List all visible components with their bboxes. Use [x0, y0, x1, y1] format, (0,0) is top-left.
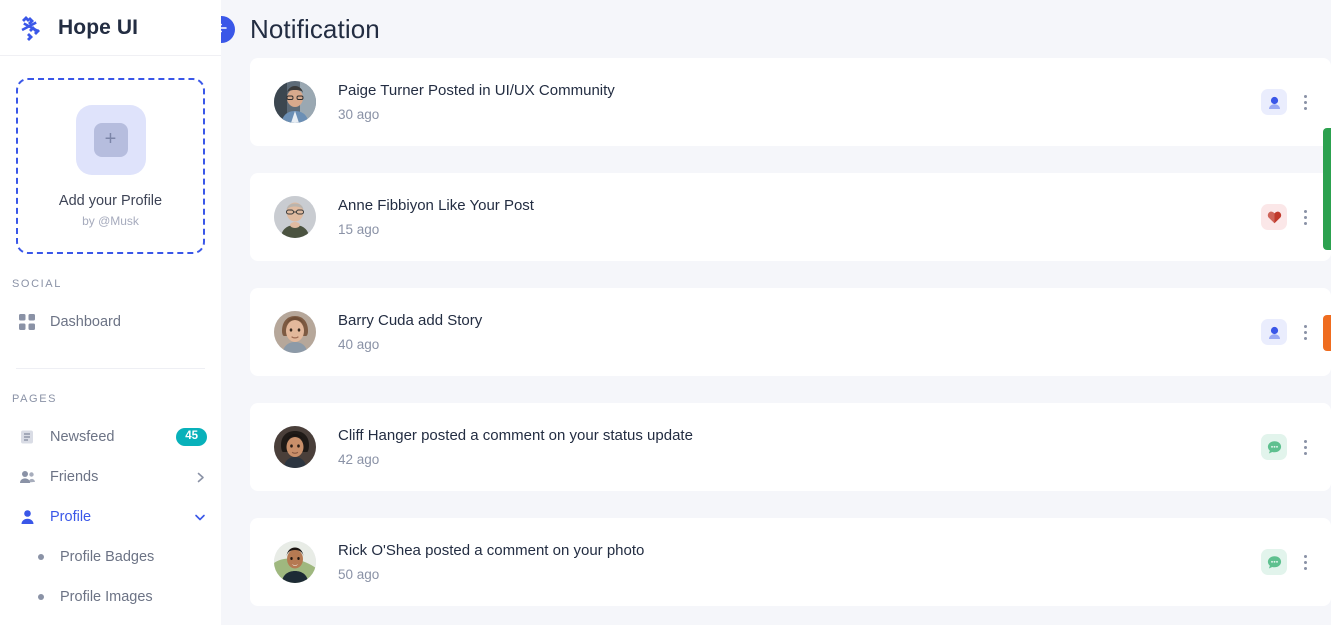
notification-actions	[1261, 549, 1331, 575]
notification-text: Anne Fibbiyon Like Your Post	[338, 197, 534, 214]
plus-icon: +	[93, 122, 128, 157]
nav-section-label-pages: PAGES	[12, 393, 58, 405]
user-badge-icon[interactable]	[1261, 319, 1287, 345]
notification-text: Rick O'Shea posted a comment on your pho…	[338, 542, 645, 559]
avatar	[274, 196, 316, 238]
chevron-right-icon[interactable]	[194, 471, 207, 484]
brand-name: Hope UI	[58, 15, 139, 39]
sidebar-subitem-profile-badges[interactable]: Profile Badges	[0, 537, 221, 577]
avatar	[274, 541, 316, 583]
chevron-down-icon[interactable]	[193, 510, 207, 524]
avatar	[274, 81, 316, 123]
notification-time: 50 ago	[338, 567, 380, 582]
sidebar-item-label: Friends	[50, 469, 99, 485]
notification-row[interactable]: Paige Turner Posted in UI/UX Community 3…	[250, 58, 1331, 146]
sidebar-item-friends[interactable]: Friends	[0, 457, 221, 497]
arrow-left-icon	[221, 21, 229, 38]
kebab-menu-icon[interactable]	[1297, 319, 1313, 345]
kebab-menu-icon[interactable]	[1297, 204, 1313, 230]
sidebar-subitem-label: Profile Badges	[60, 549, 155, 565]
brand[interactable]: Hope UI	[0, 0, 221, 56]
notification-list: Paige Turner Posted in UI/UX Community 3…	[221, 58, 1331, 606]
notification-row[interactable]: Rick O'Shea posted a comment on your pho…	[250, 518, 1331, 606]
nav-section-label-social: SOCIAL	[12, 278, 62, 290]
sidebar-item-label: Newsfeed	[50, 429, 115, 445]
edge-panel-green[interactable]	[1323, 128, 1331, 250]
notification-body: Barry Cuda add Story 40 ago	[316, 312, 1261, 352]
avatar	[274, 426, 316, 468]
kebab-menu-icon[interactable]	[1297, 549, 1313, 575]
notification-text: Barry Cuda add Story	[338, 312, 483, 329]
notification-text: Cliff Hanger posted a comment on your st…	[338, 427, 693, 444]
sidebar-subitem-label: Profile Images	[60, 589, 153, 605]
notification-actions	[1261, 89, 1331, 115]
notification-row[interactable]: Barry Cuda add Story 40 ago	[250, 288, 1331, 376]
bullet-icon	[38, 594, 44, 600]
heart-icon[interactable]	[1261, 204, 1287, 230]
notification-body: Cliff Hanger posted a comment on your st…	[316, 427, 1261, 467]
chat-bubble-icon[interactable]	[1261, 549, 1287, 575]
add-profile-title: Add your Profile	[58, 192, 163, 209]
newsfeed-icon	[18, 428, 36, 446]
notification-body: Paige Turner Posted in UI/UX Community 3…	[316, 82, 1261, 122]
avatar	[274, 311, 316, 353]
sidebar-item-profile[interactable]: Profile	[0, 497, 221, 537]
notification-time: 40 ago	[338, 337, 380, 352]
newsfeed-badge: 45	[176, 428, 207, 446]
notification-row[interactable]: Anne Fibbiyon Like Your Post 15 ago	[250, 173, 1331, 261]
hope-ui-logo-icon	[16, 13, 46, 43]
add-profile-thumbnail: +	[75, 104, 146, 175]
app-root: Hope UI + Add your Profile by @Musk SOCI…	[0, 0, 1331, 625]
notification-time: 30 ago	[338, 107, 380, 122]
bullet-icon	[38, 554, 44, 560]
page-title: Notification	[250, 13, 380, 44]
chat-bubble-icon[interactable]	[1261, 434, 1287, 460]
sidebar: Hope UI + Add your Profile by @Musk SOCI…	[0, 0, 221, 625]
notification-text: Paige Turner Posted in UI/UX Community	[338, 82, 615, 99]
grid-icon	[18, 313, 36, 331]
notification-actions	[1261, 204, 1331, 230]
sidebar-item-label: Dashboard	[50, 314, 121, 330]
sidebar-item-dashboard[interactable]: Dashboard	[0, 302, 221, 342]
notification-body: Rick O'Shea posted a comment on your pho…	[316, 542, 1261, 582]
kebab-menu-icon[interactable]	[1297, 434, 1313, 460]
add-profile-card[interactable]: + Add your Profile by @Musk	[16, 78, 205, 254]
sidebar-subitem-profile-images[interactable]: Profile Images	[0, 577, 221, 617]
page-header: Notification	[221, 0, 1331, 58]
nav-list-social: Dashboard	[0, 302, 221, 342]
sidebar-item-label: Profile	[50, 509, 92, 525]
add-profile-subtitle: by @Musk	[82, 213, 139, 228]
kebab-menu-icon[interactable]	[1297, 89, 1313, 115]
notification-actions	[1261, 319, 1331, 345]
notification-time: 42 ago	[338, 452, 380, 467]
nav-list-pages: Newsfeed 45 Friends Profile Profile Badg…	[0, 417, 221, 617]
notification-time: 15 ago	[338, 222, 380, 237]
notification-actions	[1261, 434, 1331, 460]
friends-icon	[18, 468, 36, 486]
main-content: Notification Paige Turner Posted in UI/U…	[221, 0, 1331, 625]
notification-row[interactable]: Cliff Hanger posted a comment on your st…	[250, 403, 1331, 491]
user-badge-icon[interactable]	[1261, 89, 1287, 115]
edge-panel-orange[interactable]	[1323, 315, 1331, 351]
sidebar-item-newsfeed[interactable]: Newsfeed 45	[0, 417, 221, 457]
notification-body: Anne Fibbiyon Like Your Post 15 ago	[316, 197, 1261, 237]
user-icon	[18, 508, 36, 526]
